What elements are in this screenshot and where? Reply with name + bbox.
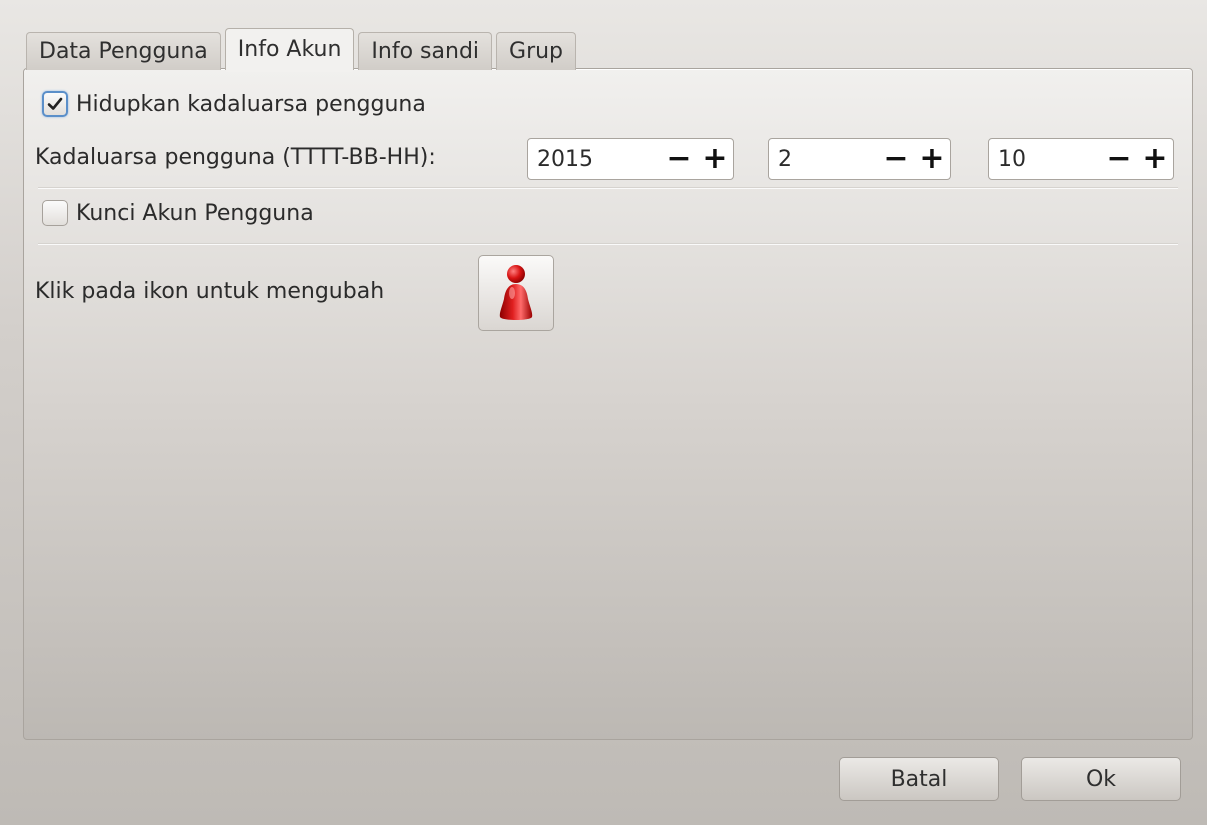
day-spinbox[interactable]: 10 − + [988,138,1174,180]
divider [38,187,1178,188]
tab-info-akun[interactable]: Info Akun [224,28,355,72]
expiry-enable-checkbox[interactable] [42,91,68,117]
day-increment-button[interactable]: + [1137,139,1173,179]
icon-change-text: Klik pada ikon untuk mengubah [35,279,385,304]
day-decrement-button[interactable]: − [1101,139,1137,179]
expiry-date-label: Kadaluarsa pengguna (TTTT-BB-HH): [35,145,436,170]
year-increment-button[interactable]: + [697,139,733,179]
month-spinbox[interactable]: 2 − + [768,138,951,180]
expiry-enable-label: Hidupkan kadaluarsa pengguna [76,91,426,117]
user-avatar-icon [499,265,533,320]
year-spinbox[interactable]: 2015 − + [527,138,734,180]
tab-info-sandi[interactable]: Info sandi [358,32,493,70]
expiry-date-text: Kadaluarsa pengguna (TTTT-BB-HH): [35,145,436,170]
year-decrement-button[interactable]: − [661,139,697,179]
month-increment-button[interactable]: + [914,139,950,179]
expiry-enable-row: Hidupkan kadaluarsa pengguna [42,91,426,117]
lock-account-label: Kunci Akun Pengguna [76,200,314,226]
checkmark-icon [47,97,63,110]
month-value[interactable]: 2 [769,147,878,172]
year-value[interactable]: 2015 [528,147,661,172]
cancel-button[interactable]: Batal [839,757,999,801]
tab-grup[interactable]: Grup [496,32,577,70]
lock-account-checkbox[interactable] [42,200,68,226]
month-decrement-button[interactable]: − [878,139,914,179]
tab-bar: Data Pengguna Info Akun Info sandi Grup [26,28,580,72]
lock-account-row: Kunci Akun Pengguna [42,200,314,226]
day-value[interactable]: 10 [989,147,1101,172]
user-icon-button[interactable] [478,255,554,331]
tab-data-pengguna[interactable]: Data Pengguna [26,32,221,70]
ok-button[interactable]: Ok [1021,757,1181,801]
icon-change-label: Klik pada ikon untuk mengubah [35,279,384,304]
tab-panel: Hidupkan kadaluarsa pengguna Kadaluarsa … [23,68,1193,740]
divider [38,243,1178,244]
